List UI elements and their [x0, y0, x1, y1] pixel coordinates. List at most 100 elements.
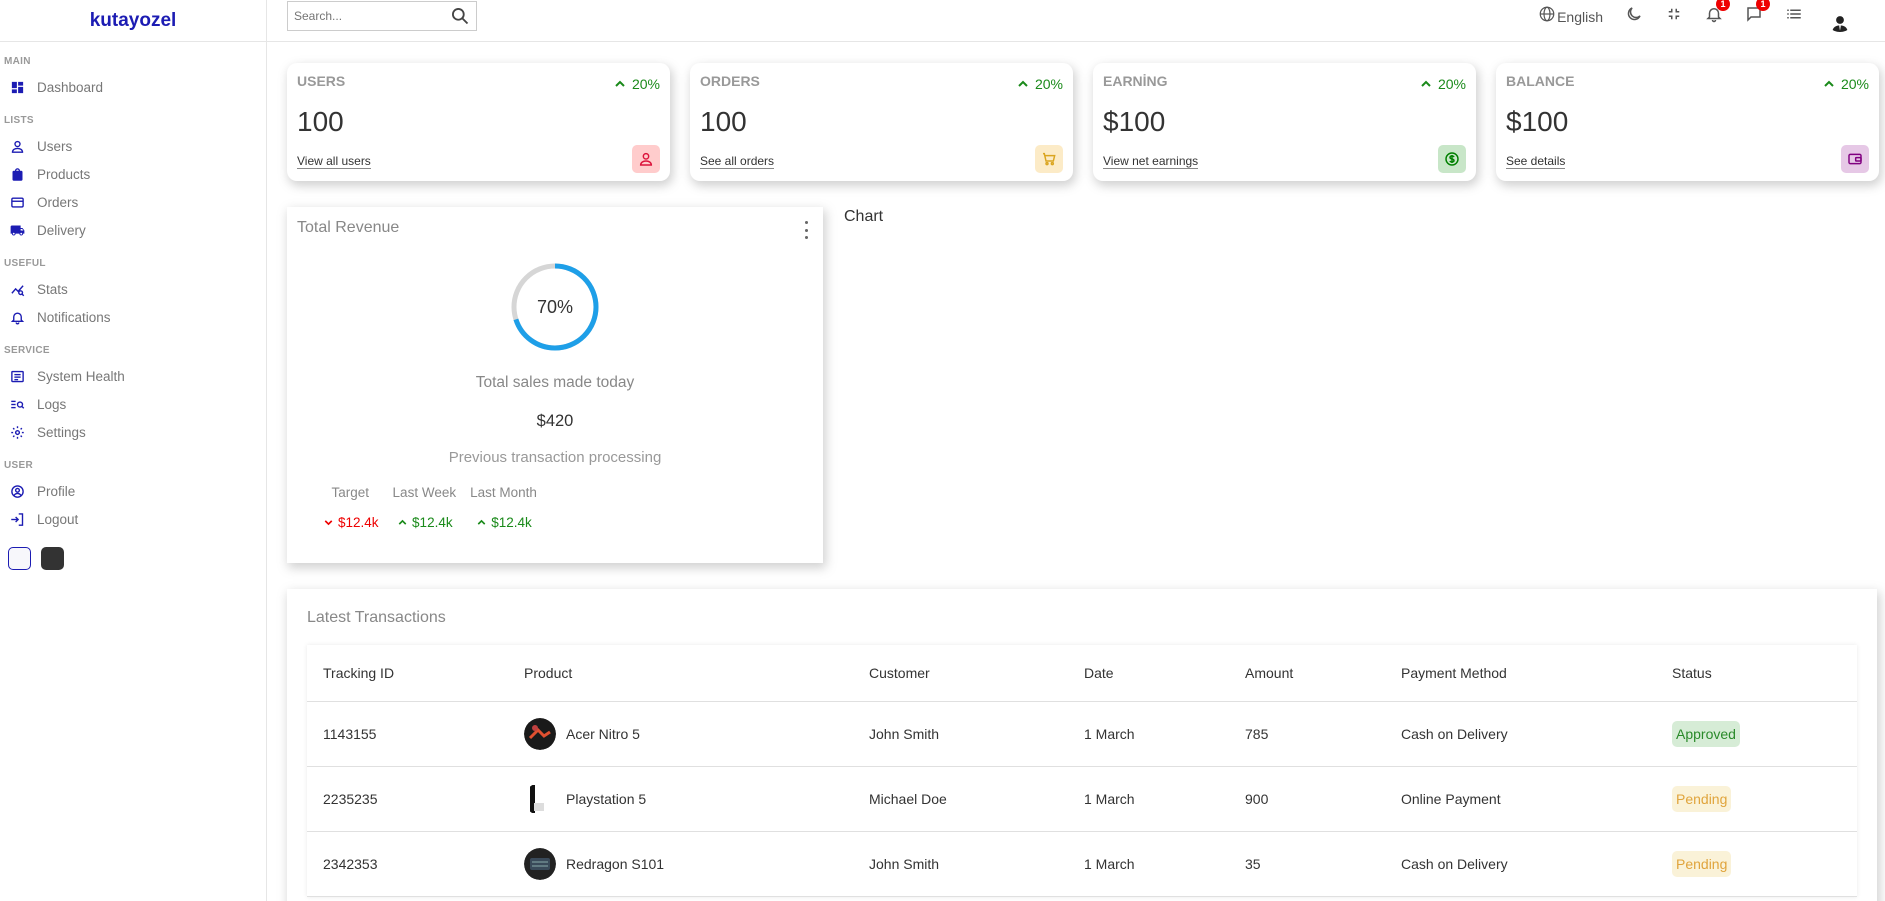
- bell-icon: [10, 310, 25, 325]
- theme-switcher: [0, 547, 266, 570]
- product-name: Playstation 5: [566, 791, 647, 807]
- table-row[interactable]: 1143155 Acer Nitro 5 John Smith 1 March …: [307, 702, 1857, 767]
- widget-link[interactable]: See details: [1506, 154, 1566, 169]
- product-name: Redragon S101: [566, 856, 665, 872]
- sidebar-item-dashboard[interactable]: Dashboard: [0, 73, 266, 101]
- widget-percentage-value: 20%: [1034, 76, 1063, 92]
- status-badge: Approved: [1672, 721, 1740, 747]
- widget-link[interactable]: View all users: [297, 154, 371, 169]
- status-badge: Pending: [1672, 786, 1732, 812]
- progress-circle: 70%: [510, 262, 600, 352]
- sidebar-item-users[interactable]: Users: [0, 132, 266, 160]
- table-row[interactable]: 2342353 Redragon S101 John Smith 1 March…: [307, 832, 1857, 897]
- summary-item-last-week: Last Week $12.4k: [393, 485, 457, 530]
- featured-revenue-card: Total Revenue 70% Total sales made today…: [287, 207, 823, 563]
- dark-mode-toggle[interactable]: [1625, 5, 1643, 28]
- sidebar-item-system-health[interactable]: System Health: [0, 362, 266, 390]
- table-row[interactable]: 2235235 Playstation 5 Michael Doe 1 Marc…: [307, 767, 1857, 832]
- widget-title: EARNİNG: [1103, 73, 1168, 89]
- language-label: English: [1557, 8, 1603, 25]
- payment-method: Cash on Delivery: [1401, 856, 1508, 872]
- column-header: Tracking ID: [323, 665, 395, 681]
- column-header: Status: [1672, 665, 1712, 681]
- logs-icon: [10, 397, 25, 412]
- search-input[interactable]: [294, 9, 450, 23]
- status-cell: Approved: [1656, 721, 1857, 747]
- messages-counter: 1: [1756, 0, 1770, 11]
- widget-percentage: 20%: [1418, 76, 1466, 92]
- sidebar-item-stats[interactable]: Stats: [0, 275, 266, 303]
- widget-link[interactable]: See all orders: [700, 154, 775, 169]
- summary: Target $12.4k Last Week $12.4k Last Mont…: [322, 485, 537, 530]
- logo[interactable]: kutayozel: [90, 10, 177, 32]
- person-icon: [632, 145, 660, 173]
- nav-section-title: SERVICE: [4, 345, 50, 356]
- sidebar-item-label: Dashboard: [37, 79, 104, 95]
- transactions-table: Tracking ID Product Customer Date Amount…: [307, 645, 1857, 897]
- payment-method: Cash on Delivery: [1401, 726, 1508, 742]
- nav-section-title: MAIN: [4, 56, 31, 67]
- sales-amount: $420: [536, 412, 574, 430]
- list-menu-button[interactable]: [1785, 5, 1803, 28]
- settings-icon: [10, 425, 25, 440]
- sidebar-item-logs[interactable]: Logs: [0, 390, 266, 418]
- nav-section-title: USER: [4, 460, 33, 471]
- moon-icon: [1625, 5, 1643, 28]
- messages-button[interactable]: 1: [1745, 0, 1770, 28]
- search-icon[interactable]: [450, 6, 470, 26]
- sidebar-item-profile[interactable]: Profile: [0, 477, 266, 505]
- sidebar-item-label: Products: [37, 166, 91, 182]
- sidebar-item-orders[interactable]: Orders: [0, 188, 266, 216]
- sidebar-item-products[interactable]: Products: [0, 160, 266, 188]
- payment-method: Online Payment: [1401, 791, 1501, 807]
- sidebar-item-logout[interactable]: Logout: [0, 505, 266, 533]
- light-theme-button[interactable]: [8, 547, 31, 570]
- dollar-icon: [1438, 145, 1466, 173]
- sidebar-item-delivery[interactable]: Delivery: [0, 216, 266, 244]
- summary-item-last-month: Last Month $12.4k: [470, 485, 537, 530]
- customer: John Smith: [869, 856, 940, 872]
- nav-section-title: LISTS: [4, 115, 34, 126]
- summary-result: $12.4k: [322, 515, 379, 530]
- user-avatar-button[interactable]: [1825, 2, 1855, 32]
- widget-orders: ORDERS 20% 100 See all orders: [690, 63, 1073, 181]
- credit-card-icon: [10, 195, 25, 210]
- date: 1 March: [1084, 856, 1135, 872]
- sidebar-item-label: Profile: [37, 483, 76, 499]
- sales-title: Total sales made today: [475, 374, 635, 391]
- product-name: Acer Nitro 5: [566, 726, 640, 742]
- truck-icon: [10, 223, 25, 238]
- search-box: [287, 1, 477, 31]
- wallet-icon: [1841, 145, 1869, 173]
- widget-percentage: 20%: [612, 76, 660, 92]
- widget-counter: $100: [1506, 106, 1569, 137]
- widget-link[interactable]: View net earnings: [1103, 154, 1199, 169]
- dark-theme-button[interactable]: [41, 547, 64, 570]
- customer: John Smith: [869, 726, 940, 742]
- sidebar-item-settings[interactable]: Settings: [0, 418, 266, 446]
- stats-icon: [10, 282, 25, 297]
- product-cell: Playstation 5: [508, 783, 853, 815]
- avatar: [1825, 2, 1855, 32]
- sidebar-item-notifications[interactable]: Notifications: [0, 303, 266, 331]
- widget-counter: $100: [1103, 106, 1166, 137]
- arrow-up-icon: [398, 519, 407, 525]
- amount: 35: [1245, 856, 1261, 872]
- column-header: Customer: [869, 665, 930, 681]
- more-vert-icon[interactable]: [803, 221, 809, 239]
- language-selector[interactable]: English: [1538, 5, 1603, 28]
- summary-value: $12.4k: [412, 515, 453, 530]
- widget-users: USERS 20% 100 View all users: [287, 63, 670, 181]
- shopping-bag-icon: [10, 167, 25, 182]
- fullscreen-toggle[interactable]: [1665, 5, 1683, 28]
- sidebar-item-label: Logout: [37, 511, 79, 527]
- sales-description: Previous transaction processing: [448, 449, 662, 466]
- list-icon: [1785, 5, 1803, 28]
- notifications-button[interactable]: 1: [1705, 0, 1730, 28]
- status-badge: Pending: [1672, 851, 1732, 877]
- sidebar-item-label: Settings: [37, 424, 86, 440]
- latest-transactions: Latest Transactions Tracking ID Product …: [287, 589, 1877, 901]
- chart-title: Chart: [844, 208, 884, 225]
- topbar-items: English 1 1: [1516, 0, 1855, 33]
- system-health-icon: [10, 369, 25, 384]
